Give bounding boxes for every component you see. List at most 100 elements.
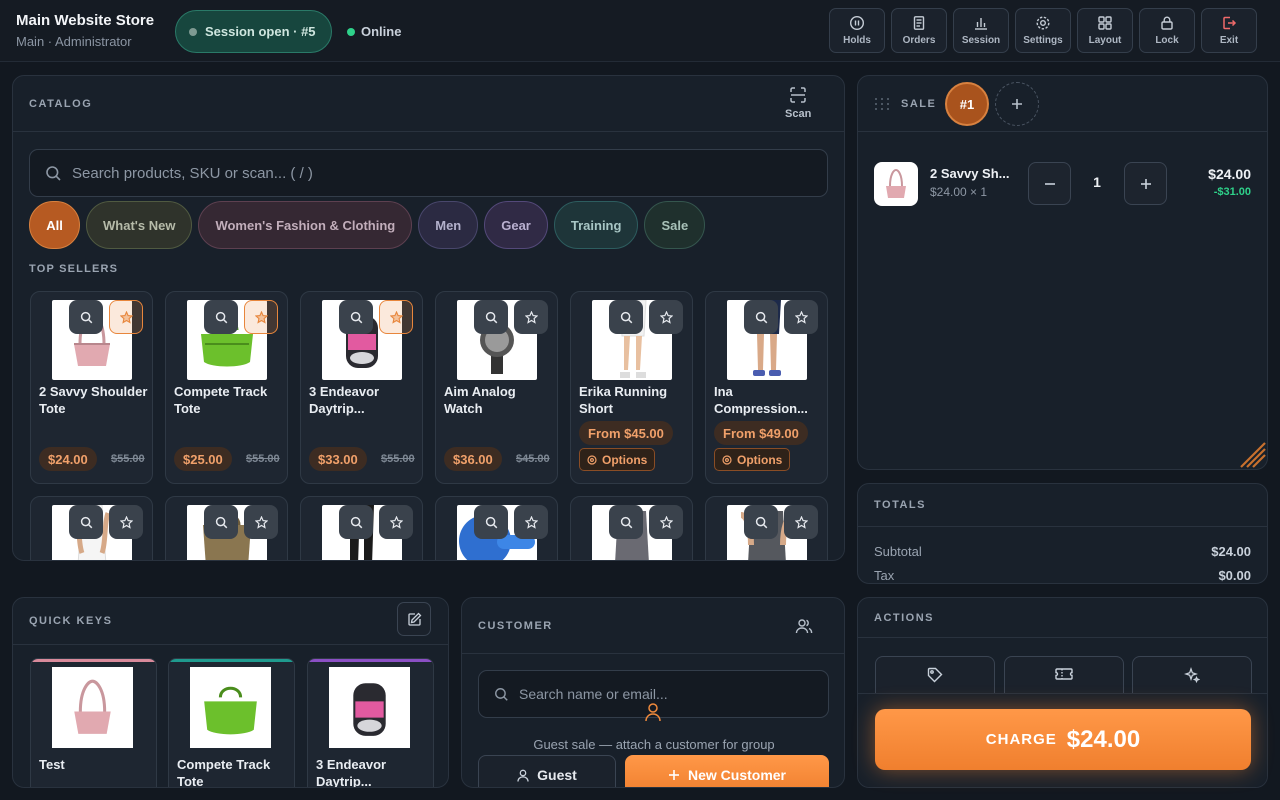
product-name: Ina Compression...	[714, 384, 808, 416]
favorite-button[interactable]	[109, 300, 143, 334]
product-card[interactable]: Aim Analog Watch $36.00 $45.00	[435, 291, 558, 484]
zoom-button[interactable]	[69, 300, 103, 334]
discount-action-button[interactable]	[875, 656, 995, 696]
zoom-button[interactable]	[609, 300, 643, 334]
quick-key-item[interactable]: Compete Track Tote	[168, 658, 295, 787]
zoom-button[interactable]	[339, 505, 373, 539]
product-card[interactable]	[570, 496, 693, 560]
product-card[interactable]	[705, 496, 828, 560]
chip-sale[interactable]: Sale	[644, 201, 706, 249]
product-old-price: $55.00	[381, 453, 415, 465]
search-icon	[485, 516, 497, 528]
holds-button[interactable]: Holds	[829, 8, 885, 53]
product-price: $25.00	[174, 447, 232, 471]
guest-hint: Guest sale — attach a customer for group	[533, 737, 775, 752]
product-old-price: $55.00	[246, 453, 280, 465]
product-name: Aim Analog Watch	[444, 384, 516, 416]
quick-key-item[interactable]: 3 Endeavor Daytrip...	[307, 658, 434, 787]
product-search-input[interactable]: Search products, SKU or scan... ( / )	[29, 149, 828, 197]
session-button[interactable]: Session	[953, 8, 1009, 53]
star-icon	[119, 310, 133, 324]
line-item-total: $24.00	[1208, 166, 1251, 182]
totals-title: TOTALS	[874, 499, 926, 511]
line-item-discount: -$31.00	[1213, 186, 1251, 198]
product-card[interactable]	[300, 496, 423, 560]
chip-whats-new[interactable]: What's New	[86, 201, 193, 249]
zoom-button[interactable]	[609, 505, 643, 539]
zoom-button[interactable]	[744, 505, 778, 539]
product-card[interactable]: 3 Endeavor Daytrip... $33.00 $55.00	[300, 291, 423, 484]
quick-key-image	[190, 667, 271, 748]
star-icon	[119, 515, 133, 529]
product-card[interactable]	[165, 496, 288, 560]
customer-panel: CUSTOMER Search name or email... Guest s…	[461, 597, 845, 788]
exit-button[interactable]: Exit	[1201, 8, 1257, 53]
settings-label: Settings	[1023, 35, 1063, 46]
session-badge[interactable]: Session open · #5	[175, 10, 332, 53]
layout-button[interactable]: Layout	[1077, 8, 1133, 53]
quick-keys-panel: QUICK KEYS Test Compete Track Tote 3 End…	[12, 597, 449, 788]
qty-value[interactable]: 1	[1080, 174, 1114, 190]
guest-button[interactable]: Guest	[478, 755, 616, 787]
chip-men[interactable]: Men	[418, 201, 479, 249]
favorite-button[interactable]	[649, 505, 683, 539]
drag-handle-icon[interactable]	[874, 96, 890, 112]
favorite-button[interactable]	[514, 505, 548, 539]
qty-decrement-button[interactable]	[1028, 162, 1071, 205]
new-customer-button[interactable]: New Customer	[625, 755, 829, 787]
chip-all[interactable]: All	[29, 201, 80, 249]
product-card[interactable]	[30, 496, 153, 560]
users-icon[interactable]	[795, 618, 813, 634]
options-icon	[587, 454, 597, 465]
chip-training[interactable]: Training	[553, 201, 639, 249]
quick-key-item[interactable]: Test	[30, 658, 157, 787]
qty-increment-button[interactable]	[1124, 162, 1167, 205]
zoom-button[interactable]	[339, 300, 373, 334]
add-sale-button[interactable]	[995, 82, 1039, 126]
favorite-button[interactable]	[514, 300, 548, 334]
favorite-button[interactable]	[649, 300, 683, 334]
charge-button[interactable]: CHARGE $24.00	[875, 709, 1251, 770]
sale-tab-1[interactable]: #1	[945, 82, 989, 126]
star-icon	[389, 310, 403, 324]
resize-handle-icon[interactable]	[1237, 439, 1267, 469]
product-card[interactable]: Erika Running Short From $45.00 Options	[570, 291, 693, 484]
zoom-button[interactable]	[474, 505, 508, 539]
star-icon	[794, 515, 808, 529]
orders-button[interactable]: Orders	[891, 8, 947, 53]
chip-training-label: Training	[570, 217, 622, 233]
product-card[interactable]: Ina Compression... From $49.00 Options	[705, 291, 828, 484]
chip-womens-fashion[interactable]: Women's Fashion & Clothing	[198, 201, 413, 249]
special-action-button[interactable]	[1132, 656, 1252, 696]
customer-title: CUSTOMER	[478, 619, 553, 632]
zoom-button[interactable]	[204, 505, 238, 539]
store-subtitle: Main · Administrator	[16, 34, 132, 49]
favorite-button[interactable]	[244, 300, 278, 334]
subtotal-label: Subtotal	[874, 544, 922, 559]
zoom-button[interactable]	[69, 505, 103, 539]
options-button[interactable]: Options	[714, 448, 791, 471]
zoom-button[interactable]	[744, 300, 778, 334]
product-name: Erika Running Short	[579, 384, 668, 416]
product-card[interactable]: 2 Savvy Shoulder Tote $24.00 $55.00	[30, 291, 153, 484]
chip-gear[interactable]: Gear	[484, 201, 548, 249]
coupon-action-button[interactable]	[1004, 656, 1124, 696]
product-card[interactable]: Compete Track Tote $25.00 $55.00	[165, 291, 288, 484]
favorite-button[interactable]	[244, 505, 278, 539]
scan-label: Scan	[785, 108, 812, 120]
ticket-icon	[1055, 668, 1073, 680]
favorite-button[interactable]	[784, 505, 818, 539]
zoom-button[interactable]	[474, 300, 508, 334]
scan-button[interactable]: Scan	[785, 86, 811, 120]
lock-button[interactable]: Lock	[1139, 8, 1195, 53]
product-card[interactable]	[435, 496, 558, 560]
search-icon	[620, 516, 632, 528]
settings-button[interactable]: Settings	[1015, 8, 1071, 53]
favorite-button[interactable]	[109, 505, 143, 539]
favorite-button[interactable]	[379, 505, 413, 539]
zoom-button[interactable]	[204, 300, 238, 334]
favorite-button[interactable]	[784, 300, 818, 334]
edit-quick-keys-button[interactable]	[397, 602, 431, 636]
favorite-button[interactable]	[379, 300, 413, 334]
options-button[interactable]: Options	[579, 448, 656, 471]
